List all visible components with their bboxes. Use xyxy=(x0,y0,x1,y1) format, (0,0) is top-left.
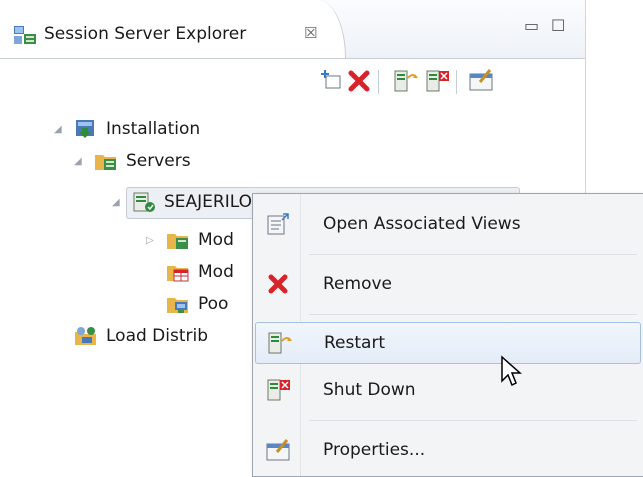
shutdown-icon[interactable] xyxy=(424,68,450,94)
mouse-pointer-icon xyxy=(501,355,522,387)
session-server-icon xyxy=(14,26,36,44)
toolbar-separator xyxy=(378,70,379,94)
maximize-icon[interactable]: ☐ xyxy=(551,16,565,35)
open-views-icon xyxy=(267,213,289,235)
shutdown-icon xyxy=(267,379,290,401)
restart-icon[interactable] xyxy=(392,68,418,94)
properties-icon xyxy=(266,439,290,461)
tree-label: Poo xyxy=(198,294,229,314)
menu-separator xyxy=(309,314,637,315)
tree-label: Mod xyxy=(198,262,234,282)
expand-icon[interactable]: ▷ xyxy=(146,235,160,246)
toolbar-separator xyxy=(456,70,457,94)
tree-label: Mod xyxy=(198,230,234,250)
menu-separator xyxy=(309,420,637,421)
view-tab-strip: Session Server Explorer ☒ ▭ ☐ xyxy=(0,0,585,59)
menu-item-open-associated-views[interactable]: Open Associated Views xyxy=(255,204,639,244)
menu-item-label: Shut Down xyxy=(323,380,416,400)
folder-table-icon xyxy=(167,266,189,282)
collapse-icon[interactable]: ◢ xyxy=(112,197,126,208)
menu-item-remove[interactable]: Remove xyxy=(255,264,639,304)
menu-item-properties[interactable]: Properties... xyxy=(255,430,639,470)
folder-module-icon xyxy=(167,234,188,249)
folder-server-icon xyxy=(95,155,116,170)
load-distribution-icon xyxy=(75,327,96,345)
tree-node-installation[interactable]: ◢ Installation xyxy=(54,115,200,143)
tree-label: Load Distrib xyxy=(106,326,209,346)
tree-node-child[interactable]: ▷ Mod xyxy=(146,226,234,254)
minimize-icon[interactable]: ▭ xyxy=(524,16,539,35)
menu-item-shut-down[interactable]: Shut Down xyxy=(255,370,639,410)
menu-separator xyxy=(309,254,637,255)
close-icon[interactable]: ☒ xyxy=(304,24,317,42)
installation-icon xyxy=(76,120,94,138)
collapse-icon[interactable]: ◢ xyxy=(74,156,88,167)
menu-item-label: Restart xyxy=(324,333,386,353)
tree-label: Installation xyxy=(106,119,201,139)
remove-icon[interactable] xyxy=(346,68,372,94)
menu-item-label: Remove xyxy=(323,274,392,294)
menu-item-label: Properties... xyxy=(323,440,426,460)
view-title: Session Server Explorer xyxy=(44,24,247,44)
view-tab[interactable]: Session Server Explorer ☒ xyxy=(0,0,346,58)
tree-node-child[interactable]: Poo xyxy=(146,290,228,318)
context-menu: Open Associated Views Remove Restart Shu… xyxy=(252,193,643,477)
restart-icon xyxy=(268,332,292,354)
properties-icon[interactable] xyxy=(468,68,494,94)
folder-pool-icon xyxy=(167,298,188,313)
tree-node-load-distribution[interactable]: Load Distrib xyxy=(54,322,208,350)
tree-node-servers[interactable]: ◢ Servers xyxy=(74,147,191,175)
server-running-icon xyxy=(133,192,155,212)
tree-label: Servers xyxy=(126,151,191,171)
tree-node-child[interactable]: Mod xyxy=(146,258,234,286)
menu-item-restart[interactable]: Restart xyxy=(255,322,641,364)
menu-item-label: Open Associated Views xyxy=(323,214,521,234)
remove-icon xyxy=(268,274,288,294)
collapse-icon[interactable]: ◢ xyxy=(54,124,68,135)
new-item-icon[interactable] xyxy=(318,68,344,94)
